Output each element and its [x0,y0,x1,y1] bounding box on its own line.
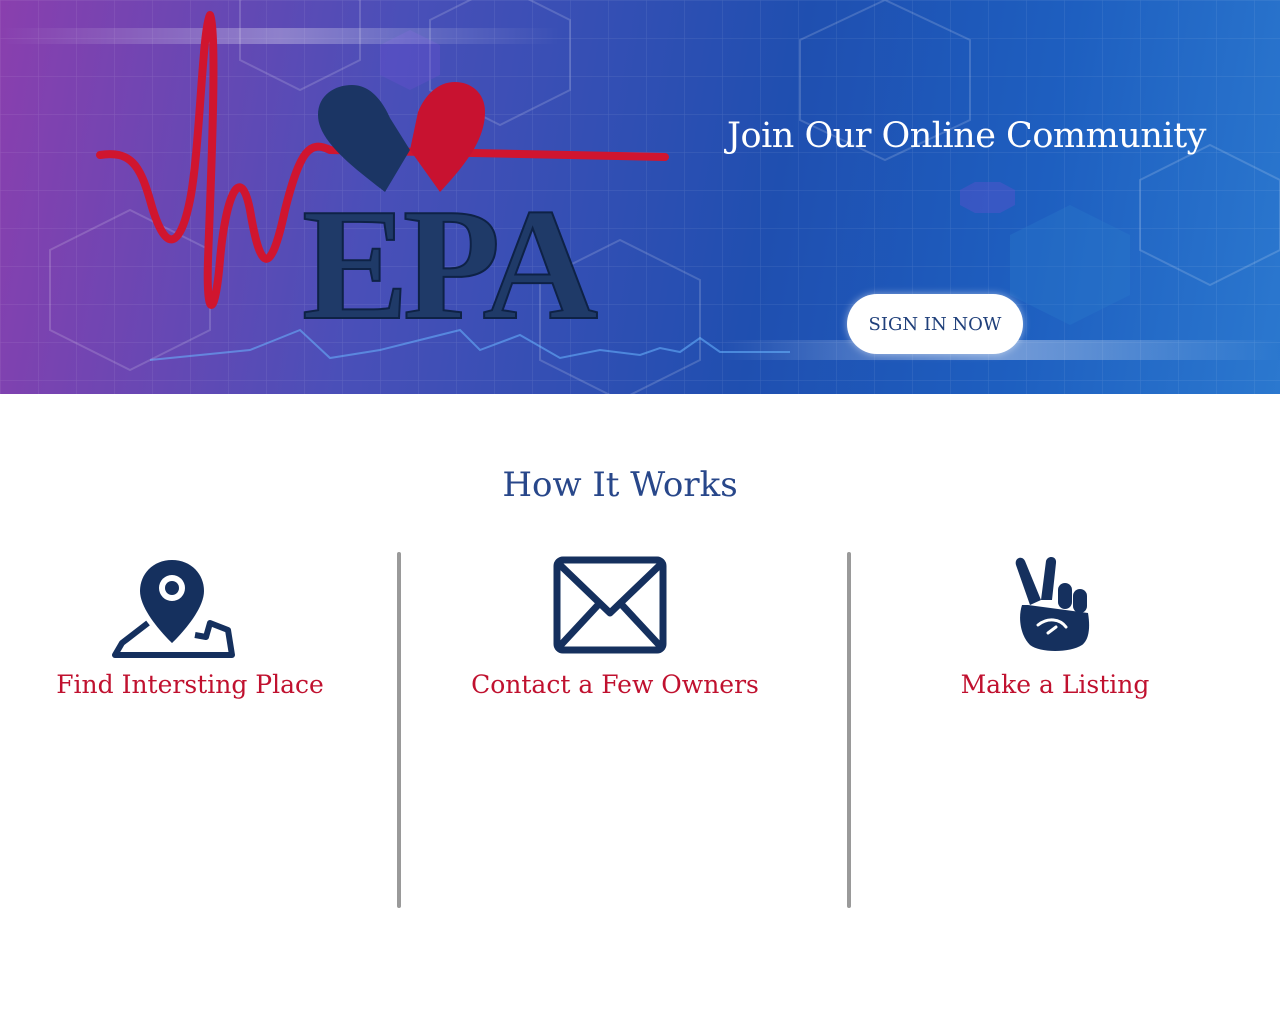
step-make-listing[interactable]: Make a Listing [910,555,1200,715]
hero-title: Join Our Online Community [727,116,1206,156]
page: EPA Join Our Online Community SIGN IN NO… [0,0,1280,1031]
divider-left [397,552,401,908]
step-label: Contact a Few Owners [471,670,759,699]
map-pin-icon [112,560,235,658]
step-label: Find Intersting Place [56,670,324,699]
section-title: How It Works [502,465,738,505]
hero-banner: EPA Join Our Online Community SIGN IN NO… [0,0,1280,394]
peace-hand-icon [1015,557,1090,651]
step-find-place[interactable]: Find Intersting Place [40,555,340,715]
step-contact-owners[interactable]: Contact a Few Owners [460,555,770,715]
divider-right [847,552,851,908]
step-label: Make a Listing [960,670,1150,699]
epa-logo: EPA [96,11,669,330]
logo-text: EPA [302,175,598,330]
envelope-icon [553,556,667,654]
sign-in-button[interactable]: SIGN IN NOW [847,294,1023,354]
